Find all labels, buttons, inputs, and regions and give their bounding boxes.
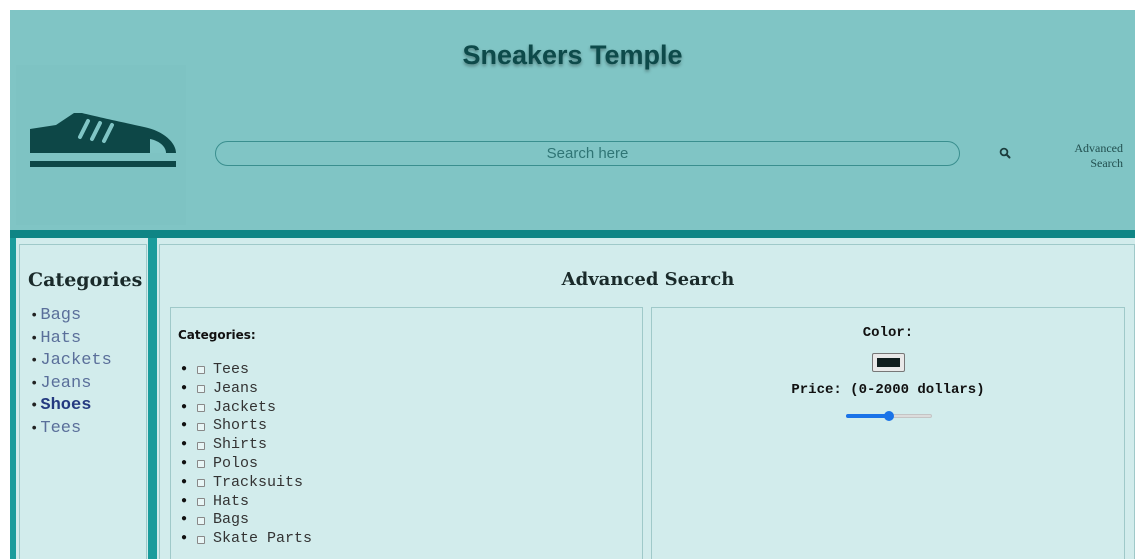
category-option-label: Jeans [213, 379, 259, 397]
category-checkbox[interactable] [197, 403, 205, 412]
search-input[interactable] [215, 141, 960, 166]
color-label: Color: [862, 325, 914, 341]
main-panel: Advanced Search Categories: ● Tees ● Jeans… [159, 244, 1135, 559]
category-checkbox[interactable] [197, 422, 205, 431]
sidebar-item-label: Bags [40, 306, 82, 325]
category-option: ● Skate Parts [181, 530, 313, 548]
category-option: ● Jackets [181, 398, 277, 416]
categories-filter-panel: Categories: ● Tees ● Jeans ● Jackets ● Short… [170, 307, 643, 559]
logo[interactable] [16, 65, 186, 225]
sidebar-item-jeans[interactable]: • Jeans [30, 373, 112, 396]
category-checkbox[interactable] [197, 497, 205, 506]
page-title: Advanced Search [561, 269, 735, 290]
price-slider-fill [846, 414, 889, 418]
category-checkbox[interactable] [197, 366, 205, 375]
sidebar-panel: Categories • Bags • Hats • Jackets • Jeans •… [19, 244, 147, 559]
category-option: ● Jeans [181, 379, 259, 397]
category-option: ● Hats [181, 492, 250, 510]
category-option-label: Jackets [213, 398, 277, 416]
category-checkbox[interactable] [197, 460, 205, 469]
category-option-label: Bags [213, 511, 250, 529]
price-label: Price: (0-2000 dollars) [791, 382, 985, 398]
category-checkbox[interactable] [197, 479, 205, 488]
category-checkbox-list: ● Tees ● Jeans ● Jackets ● Shorts ● Shirts ● P… [181, 361, 312, 549]
sidebar-item-label: Jeans [40, 373, 92, 393]
sneaker-icon [30, 113, 176, 167]
sidebar-title: Categories [28, 269, 143, 291]
sidebar-item-label: Hats [40, 328, 82, 348]
price-slider-thumb[interactable] [884, 411, 894, 421]
main-content: Advanced Search Categories: ● Tees ● Jeans… [154, 238, 1135, 559]
category-option-label: Shorts [213, 417, 268, 435]
category-option-label: Hats [213, 492, 250, 510]
category-checkbox[interactable] [197, 385, 205, 394]
sidebar-item-hats[interactable]: • Hats [30, 328, 112, 351]
sidebar-item-jackets[interactable]: • Jackets [30, 350, 112, 373]
categories-label: Categories: [178, 328, 256, 342]
price-slider[interactable] [846, 408, 932, 424]
category-checkbox[interactable] [197, 441, 205, 450]
category-checkbox[interactable] [197, 516, 205, 525]
sidebar-item-shoes[interactable]: • Shoes [30, 395, 112, 418]
sidebar-item-label: Shoes [40, 396, 92, 415]
sidebar-item-bags[interactable]: • Bags [30, 305, 112, 328]
color-price-filter-panel: Color: Price: (0-2000 dollars) [651, 307, 1125, 559]
color-picker-fill [877, 358, 900, 367]
category-option: ● Shirts [181, 436, 268, 454]
sidebar-category-list: • Bags • Hats • Jackets • Jeans • Shoes • Tees [30, 305, 112, 440]
category-option-label: Shirts [213, 436, 268, 454]
category-option-label: Polos [213, 454, 259, 472]
search-button[interactable] [992, 144, 1018, 164]
advanced-search-link[interactable]: Advanced Search [1055, 141, 1123, 171]
category-option: ● Polos [181, 454, 259, 472]
sidebar-item-tees[interactable]: • Tees [30, 418, 112, 441]
category-option-label: Tees [213, 361, 250, 378]
search-icon [999, 147, 1011, 158]
category-option: ● Tees [181, 361, 250, 378]
sidebar-item-label: Tees [40, 418, 82, 438]
category-option: ● Bags [181, 511, 250, 529]
sidebar-item-label: Jackets [40, 351, 112, 370]
category-option: ● Tracksuits [181, 473, 304, 491]
sidebar: Categories • Bags • Hats • Jackets • Jeans •… [10, 238, 154, 559]
header-divider [10, 230, 1135, 238]
category-checkbox[interactable] [197, 535, 205, 544]
category-option-label: Tracksuits [213, 473, 304, 491]
category-option-label: Skate Parts [213, 530, 313, 548]
site-header: Sneakers Temple Advanced Search [10, 10, 1135, 230]
color-picker[interactable] [872, 353, 905, 372]
category-option: ● Shorts [181, 417, 268, 435]
